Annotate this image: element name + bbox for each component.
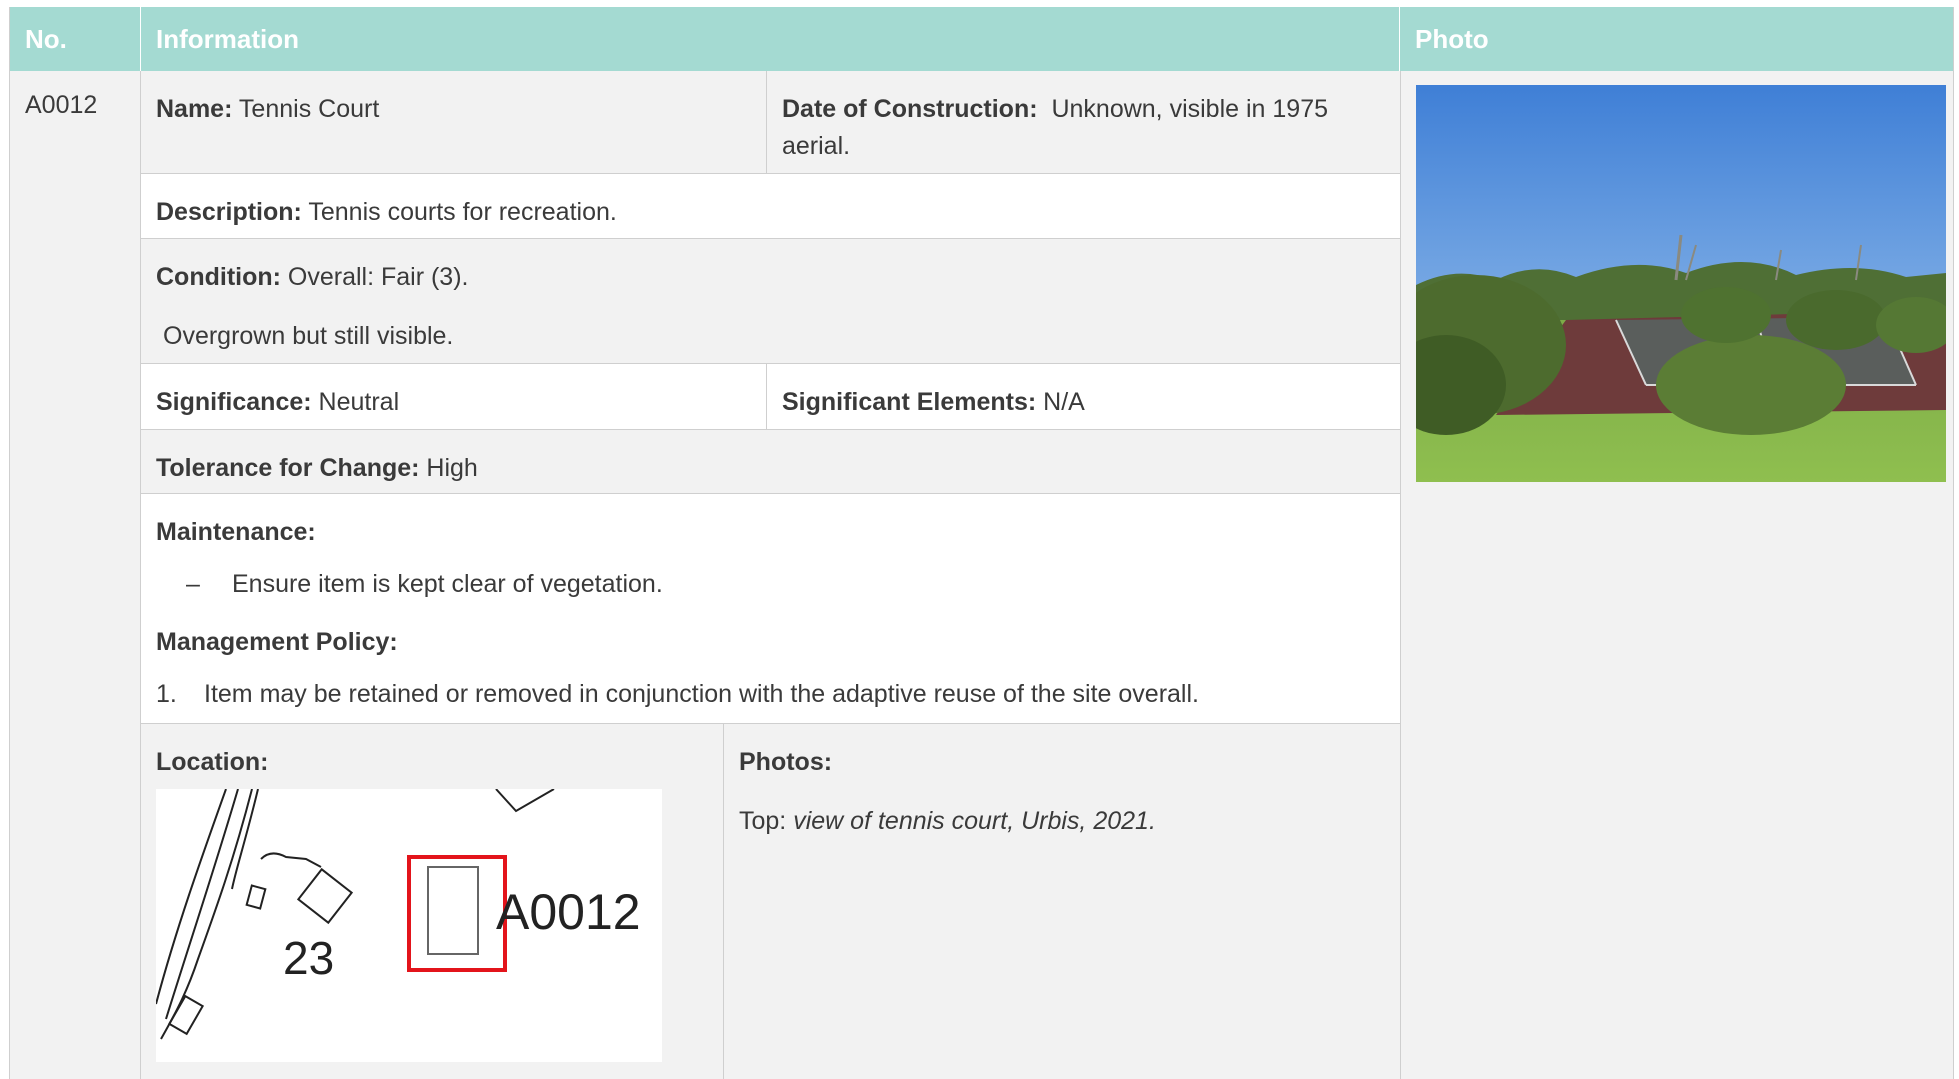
map-lot-label: 23 (283, 932, 334, 984)
small-structure (167, 994, 205, 1036)
tolerance-label: Tolerance for Change: (156, 454, 420, 482)
policy-label: Management Policy: (156, 628, 398, 656)
significant-elements-cell: Significant Elements: N/A (766, 364, 1400, 429)
description-value: Tennis courts for recreation. (308, 198, 617, 226)
small-structure (245, 884, 267, 910)
shrub (1786, 290, 1886, 350)
condition-cell: Condition: Overall: Fair (3). Overgrown … (141, 239, 1400, 363)
road-line (165, 788, 239, 1020)
maintenance-label: Maintenance: (156, 518, 316, 546)
map-site-label: A0012 (496, 884, 641, 940)
tolerance-row: Tolerance for Change: High (141, 430, 1400, 494)
header-photo: Photo (1415, 24, 1489, 54)
photo-column (1400, 71, 1953, 1079)
item-number: A0012 (25, 91, 98, 119)
site-plan-svg: A0012 23 (155, 788, 641, 1040)
road-line (160, 788, 253, 1040)
path-line (260, 852, 322, 868)
tennis-court-outline (427, 866, 479, 955)
location-cell: Location: A0012 23 (141, 724, 723, 1079)
description-row: Description: Tennis courts for recreatio… (141, 174, 1400, 239)
condition-note: Overgrown but still visible. (163, 322, 454, 350)
table-header: No. Information Photo (10, 7, 1953, 71)
significant-elements-label: Significant Elements: (782, 388, 1037, 416)
maintenance-item-text: Ensure item is kept clear of vegetation. (232, 570, 663, 598)
condition-label: Condition: (156, 263, 281, 291)
building-outline (296, 867, 354, 925)
photos-prefix: Top: (739, 807, 787, 835)
tolerance-value: High (426, 454, 478, 482)
building-outline (495, 788, 555, 813)
policy-list-item: 1. Item may be retained or removed in co… (156, 676, 1385, 713)
description-label: Description: (156, 198, 302, 226)
significance-cell: Significance: Neutral (141, 364, 766, 429)
photos-caption-line: Top: view of tennis court, Urbis, 2021. (739, 803, 1385, 840)
maintenance-row: Maintenance: – Ensure item is kept clear… (141, 494, 1400, 724)
name-date-row: Name: Tennis Court Date of Construction:… (141, 71, 1400, 174)
significance-label: Significance: (156, 388, 312, 416)
item-number-cell: A0012 (10, 71, 141, 1079)
location-photos-row: Location: A0012 23 Photos: Top: view of … (141, 724, 1400, 1079)
name-cell: Name: Tennis Court (141, 71, 766, 173)
condition-row: Condition: Overall: Fair (3). Overgrown … (141, 239, 1400, 364)
description-cell: Description: Tennis courts for recreatio… (141, 174, 1400, 238)
name-label: Name: (156, 95, 233, 123)
header-information: Information (141, 7, 1400, 71)
significant-elements-value: N/A (1043, 388, 1085, 416)
photos-label: Photos: (739, 748, 833, 776)
maintenance-cell: Maintenance: – Ensure item is kept clear… (141, 494, 1400, 723)
name-value: Tennis Court (238, 95, 380, 123)
header-no: No. (10, 7, 141, 71)
road-line (231, 788, 259, 890)
condition-value: Overall: Fair (3). (287, 263, 469, 291)
tennis-court-photo (1416, 85, 1946, 482)
heritage-item-table: No. Information Photo A0012 Name: Tennis… (9, 7, 1954, 1079)
tolerance-cell: Tolerance for Change: High (141, 430, 1400, 493)
maintenance-bullet: – (186, 570, 200, 598)
policy-number: 1. (156, 680, 177, 708)
date-label: Date of Construction: (782, 95, 1038, 123)
road-line (155, 788, 227, 1005)
location-map: A0012 23 (155, 788, 662, 1062)
date-cell: Date of Construction: Unknown, visible i… (766, 71, 1400, 173)
photos-cell: Photos: Top: view of tennis court, Urbis… (723, 724, 1400, 1079)
photos-caption: view of tennis court, Urbis, 2021. (793, 807, 1156, 835)
maintenance-list-item: – Ensure item is kept clear of vegetatio… (156, 566, 1385, 603)
shrub (1681, 287, 1771, 343)
shrub (1656, 335, 1846, 435)
significance-value: Neutral (318, 388, 400, 416)
significance-row: Significance: Neutral Significant Elemen… (141, 364, 1400, 430)
policy-item-text: Item may be retained or removed in conju… (204, 680, 1199, 708)
site-photo (1416, 85, 1946, 482)
location-label: Location: (156, 748, 269, 776)
